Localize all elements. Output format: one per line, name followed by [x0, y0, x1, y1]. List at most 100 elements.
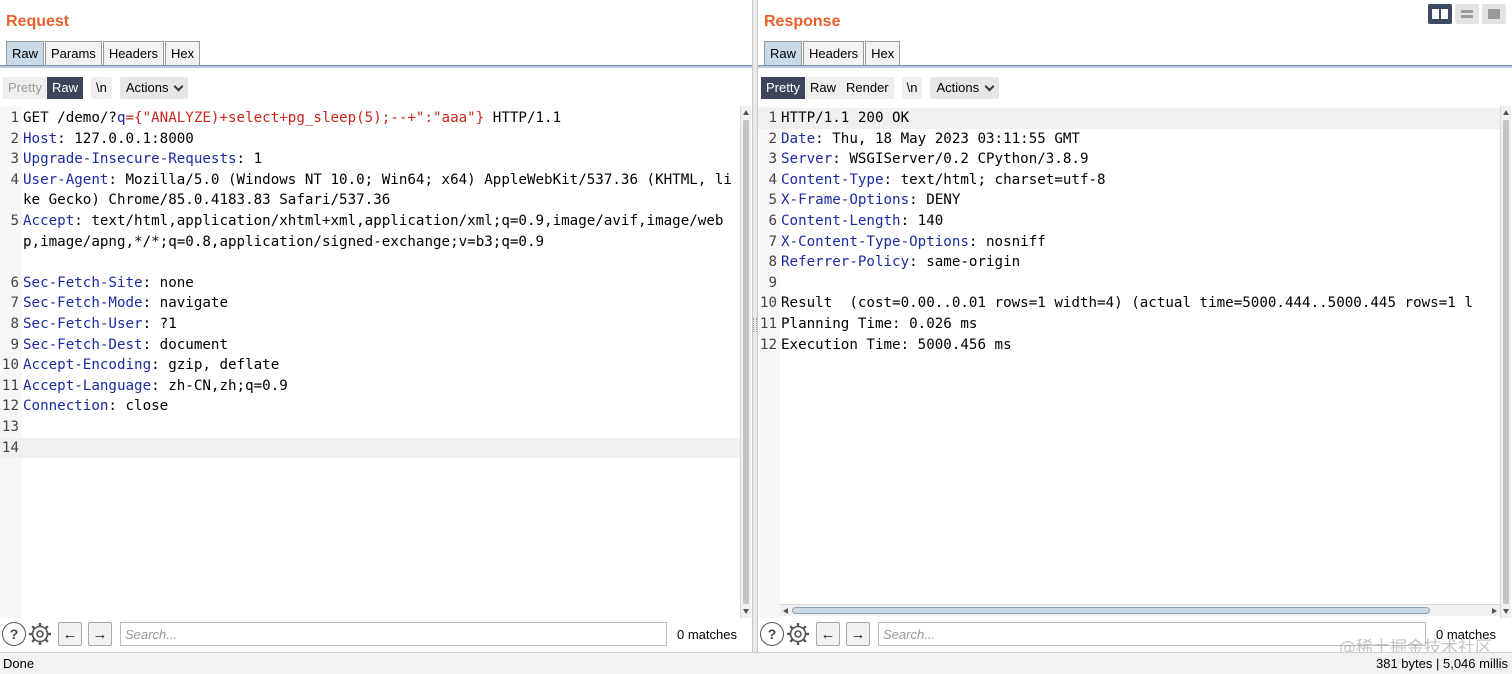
scroll-left-icon[interactable]: [783, 608, 788, 614]
response-raw-toggle[interactable]: Raw: [804, 77, 841, 99]
next-match-button[interactable]: →: [846, 622, 870, 646]
response-tab-hex[interactable]: Hex: [865, 41, 901, 65]
response-actions-button[interactable]: Actions: [930, 77, 1000, 99]
request-tab-params[interactable]: Params: [45, 41, 102, 65]
request-tab-headers[interactable]: Headers: [102, 41, 164, 65]
header-name: Content-Type: [781, 171, 884, 188]
arrow-left-icon: ←: [62, 625, 78, 643]
response-render-toggle[interactable]: Render: [840, 77, 894, 99]
response-pretty-toggle[interactable]: Pretty: [761, 77, 805, 99]
response-tab-headers[interactable]: Headers: [803, 41, 865, 65]
request-vertical-scrollbar[interactable]: [740, 106, 751, 618]
code-line: 6 Content-Length: 140: [758, 211, 1500, 232]
header-name: Sec-Fetch-Mode: [23, 295, 143, 312]
arrow-right-icon: →: [850, 625, 866, 643]
request-search-input[interactable]: [120, 622, 667, 646]
header-value: : 127.0.0.1:8000: [57, 130, 194, 147]
line-text: Result (cost=0.00..0.01 rows=1 width=4) …: [780, 293, 1500, 314]
request-scroll-thumb[interactable]: [743, 120, 749, 604]
scroll-up-icon[interactable]: [1503, 110, 1509, 115]
code-line: 4 User-Agent: Mozilla/5.0 (Windows NT 10.…: [0, 170, 740, 211]
line-number: 10: [1, 357, 19, 374]
header-value: : Thu, 18 May 2023 03:11:55 GMT: [815, 130, 1080, 147]
code-line: 8 Referrer-Policy: same-origin: [758, 252, 1500, 273]
layout-stacked-icon[interactable]: [1455, 4, 1479, 24]
header-value: : ?1: [142, 315, 177, 332]
previous-match-button[interactable]: ←: [816, 622, 840, 646]
line-text: Accept-Encoding: gzip, deflate: [22, 355, 740, 376]
code-line: 4 Content-Type: text/html; charset=utf-8: [758, 170, 1500, 191]
layout-side-by-side-icon[interactable]: [1428, 4, 1452, 24]
header-value: : same-origin: [909, 254, 1021, 271]
header-name: X-Content-Type-Options: [781, 233, 969, 250]
header-value: : gzip, deflate: [151, 357, 280, 374]
line-text: Connection: close: [22, 396, 740, 417]
line-text: [22, 417, 740, 438]
header-value: HTTP/1.1: [484, 110, 562, 126]
response-horizontal-scrollbar[interactable]: [780, 604, 1500, 616]
gear-icon[interactable]: [28, 622, 52, 646]
line-text: Sec-Fetch-Site: none: [22, 273, 740, 294]
divider-grip-icon[interactable]: [753, 318, 757, 332]
line-number: 4: [768, 171, 777, 188]
request-tab-raw[interactable]: Raw: [6, 41, 45, 65]
header-value: : text/html,application/xhtml+xml,applic…: [23, 212, 724, 250]
line-number: 1: [768, 110, 777, 126]
line-text: Referrer-Policy: same-origin: [780, 252, 1500, 273]
request-pretty-toggle[interactable]: Pretty: [3, 77, 47, 99]
response-newline-toggle[interactable]: \n: [901, 77, 923, 99]
header-value: Planning Time: 0.026 ms: [781, 315, 978, 332]
header-value: : text/html; charset=utf-8: [883, 171, 1106, 188]
line-number: 4: [10, 171, 19, 188]
header-value: : 140: [900, 212, 944, 229]
scroll-down-icon[interactable]: [743, 609, 749, 614]
line-number: 7: [768, 233, 777, 250]
line-number: 9: [10, 336, 19, 353]
help-icon[interactable]: ?: [760, 622, 784, 646]
header-value: : 1: [236, 151, 263, 168]
previous-match-button[interactable]: ←: [58, 622, 82, 646]
response-vertical-scrollbar[interactable]: [1500, 106, 1511, 618]
scroll-up-icon[interactable]: [743, 110, 749, 115]
request-raw-toggle[interactable]: Raw: [46, 77, 83, 99]
line-text: Content-Length: 140: [780, 211, 1500, 232]
scroll-right-icon[interactable]: [1492, 608, 1497, 614]
line-text: Sec-Fetch-Mode: navigate: [22, 293, 740, 314]
response-scroll-thumb[interactable]: [1503, 120, 1509, 604]
chevron-down-icon: [984, 81, 995, 91]
help-icon[interactable]: ?: [2, 622, 26, 646]
code-line: 1 GET /demo/?q={"ANALYZE)+select+pg_sleep…: [0, 108, 740, 129]
request-tab-underline: [0, 65, 752, 68]
line-text: Sec-Fetch-User: ?1: [22, 314, 740, 335]
response-tab-raw[interactable]: Raw: [764, 41, 803, 65]
line-text: X-Content-Type-Options: nosniff: [780, 232, 1500, 253]
header-name: Server: [781, 151, 833, 168]
gear-icon[interactable]: [786, 622, 810, 646]
header-name: Sec-Fetch-User: [23, 315, 143, 332]
header-name: Sec-Fetch-Dest: [23, 336, 143, 353]
header-value: HTTP/1.1 200 OK: [781, 110, 910, 126]
layout-switcher: [1428, 4, 1506, 24]
request-newline-toggle[interactable]: \n: [90, 77, 112, 99]
request-actions-button[interactable]: Actions: [119, 77, 189, 99]
header-value: : zh-CN,zh;q=0.9: [151, 377, 288, 394]
code-line: 12 Connection: close: [0, 396, 740, 417]
line-text: [780, 273, 1500, 294]
line-number: 5: [768, 192, 777, 209]
line-number: 12: [1, 398, 19, 415]
code-line: 2 Date: Thu, 18 May 2023 03:11:55 GMT: [758, 129, 1500, 150]
line-number: 12: [759, 336, 777, 353]
response-hscroll-thumb[interactable]: [792, 607, 1430, 614]
request-editor[interactable]: 1 GET /demo/?q={"ANALYZE)+select+pg_sleep…: [0, 106, 740, 618]
line-text: Planning Time: 0.026 ms: [780, 314, 1500, 335]
next-match-button[interactable]: →: [88, 622, 112, 646]
header-name: Host: [23, 130, 58, 147]
chevron-down-icon: [174, 81, 184, 91]
response-editor[interactable]: 1 HTTP/1.1 200 OK 2 Date: Thu, 18 May 2023 …: [758, 106, 1500, 618]
response-pane: Response Raw Headers Hex Pretty Raw Rend…: [758, 0, 1512, 652]
scroll-down-icon[interactable]: [1503, 609, 1509, 614]
header-name: Date: [781, 130, 816, 147]
request-tab-hex[interactable]: Hex: [164, 41, 201, 65]
layout-tabs-icon[interactable]: [1482, 4, 1506, 24]
header-name: Accept-Language: [23, 377, 152, 394]
